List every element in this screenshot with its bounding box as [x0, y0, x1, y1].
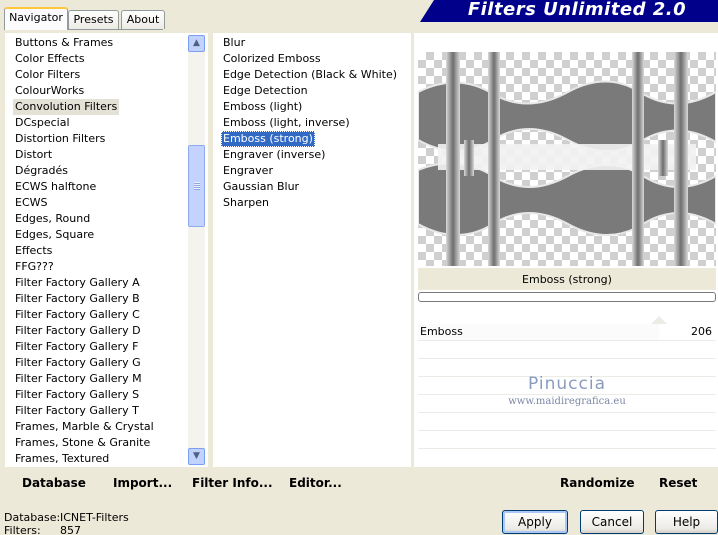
editor-button[interactable]: Editor...: [289, 475, 342, 491]
row-divider: [418, 340, 716, 341]
row-divider: [418, 412, 716, 413]
chevron-down-icon: ▼: [193, 451, 200, 461]
grip-icon: [194, 182, 200, 190]
category-item[interactable]: Effects: [13, 243, 54, 259]
filter-list[interactable]: Blur Colorized Emboss Edge Detection (Blac…: [213, 33, 411, 467]
filter-item[interactable]: Emboss (strong): [221, 131, 315, 147]
filter-item[interactable]: Emboss (light, inverse): [221, 115, 352, 131]
row-divider: [418, 430, 716, 431]
filter-item[interactable]: Edge Detection (Black & White): [221, 67, 399, 83]
category-item[interactable]: Distortion Filters: [13, 131, 107, 147]
category-item[interactable]: Filter Factory Gallery B: [13, 291, 142, 307]
randomize-button[interactable]: Randomize: [560, 475, 634, 491]
apply-button[interactable]: Apply: [502, 510, 568, 534]
category-item[interactable]: DCspecial: [13, 115, 72, 131]
category-item[interactable]: Filter Factory Gallery F: [13, 339, 140, 355]
category-item[interactable]: FFG???: [13, 259, 56, 275]
category-item[interactable]: ECWS: [13, 195, 50, 211]
category-item[interactable]: ColourWorks: [13, 83, 86, 99]
preview-caption: Emboss (strong): [522, 273, 612, 286]
status-database-value: ICNET-Filters: [60, 511, 129, 524]
category-list[interactable]: Buttons & Frames Color Effects Color Filte…: [5, 33, 208, 467]
progress-bar: [418, 292, 716, 302]
slider-thumb[interactable]: [651, 316, 668, 324]
category-item[interactable]: Filter Factory Gallery A: [13, 275, 142, 291]
cancel-button[interactable]: Cancel: [580, 510, 644, 534]
tab-about[interactable]: About: [121, 10, 165, 29]
slider-value: 206: [691, 325, 712, 338]
tab-presets[interactable]: Presets: [68, 10, 119, 29]
watermark-name: Pinuccia: [528, 374, 606, 394]
status-filters-label: Filters:: [4, 524, 41, 535]
scroll-down-button[interactable]: ▼: [188, 448, 205, 465]
category-item[interactable]: Filter Factory Gallery G: [13, 355, 143, 371]
category-item[interactable]: Color Effects: [13, 51, 87, 67]
preview-image: [418, 52, 716, 266]
category-item[interactable]: Filter Factory Gallery M: [13, 371, 144, 387]
emboss-slider-row[interactable]: Emboss 206: [418, 316, 716, 340]
filter-item[interactable]: Blur: [221, 35, 247, 51]
category-item[interactable]: Frames, Stone & Granite: [13, 435, 152, 451]
category-item[interactable]: Buttons & Frames: [13, 35, 115, 51]
scroll-thumb[interactable]: [188, 145, 205, 227]
category-item[interactable]: Frames, Marble & Crystal: [13, 419, 156, 435]
banner-title: Filters Unlimited 2.0: [467, 0, 687, 20]
category-item[interactable]: ECWS halftone: [13, 179, 98, 195]
filter-item[interactable]: Colorized Emboss: [221, 51, 323, 67]
reset-button[interactable]: Reset: [659, 475, 697, 491]
category-item[interactable]: Dégradés: [13, 163, 70, 179]
status-filters-value: 857: [60, 524, 81, 535]
category-item[interactable]: Edges, Round: [13, 211, 92, 227]
import-button[interactable]: Import...: [113, 475, 172, 491]
filter-item[interactable]: Engraver (inverse): [221, 147, 327, 163]
category-item[interactable]: Convolution Filters: [13, 99, 120, 115]
category-item[interactable]: Filter Factory Gallery C: [13, 307, 142, 323]
category-item[interactable]: Filter Factory Gallery D: [13, 323, 143, 339]
status-database-label: Database:: [4, 511, 61, 524]
category-scrollbar[interactable]: ▲ ▼: [188, 35, 205, 465]
filter-item[interactable]: Edge Detection: [221, 83, 310, 99]
category-item[interactable]: Edges, Square: [13, 227, 96, 243]
row-divider: [418, 358, 716, 359]
filter-item[interactable]: Engraver: [221, 163, 275, 179]
category-item[interactable]: Distort: [13, 147, 54, 163]
filter-info-button[interactable]: Filter Info...: [192, 475, 273, 491]
chevron-up-icon: ▲: [193, 38, 200, 48]
category-item[interactable]: Frames, Textured: [13, 451, 111, 467]
filter-item[interactable]: Sharpen: [221, 195, 271, 211]
watermark-url: www.maidiregrafica.eu: [508, 396, 626, 407]
preview-artwork: [418, 52, 716, 266]
category-item[interactable]: Filter Factory Gallery T: [13, 403, 141, 419]
scroll-up-button[interactable]: ▲: [188, 35, 205, 52]
tab-navigator[interactable]: Navigator: [4, 7, 68, 30]
row-divider: [418, 394, 716, 395]
category-item[interactable]: Color Filters: [13, 67, 82, 83]
slider-label: Emboss: [420, 325, 463, 338]
filter-item[interactable]: Gaussian Blur: [221, 179, 301, 195]
row-divider: [418, 448, 716, 449]
category-item[interactable]: Filter Factory Gallery S: [13, 387, 141, 403]
database-button[interactable]: Database: [22, 475, 86, 491]
filter-item[interactable]: Emboss (light): [221, 99, 304, 115]
help-button[interactable]: Help: [655, 510, 718, 534]
